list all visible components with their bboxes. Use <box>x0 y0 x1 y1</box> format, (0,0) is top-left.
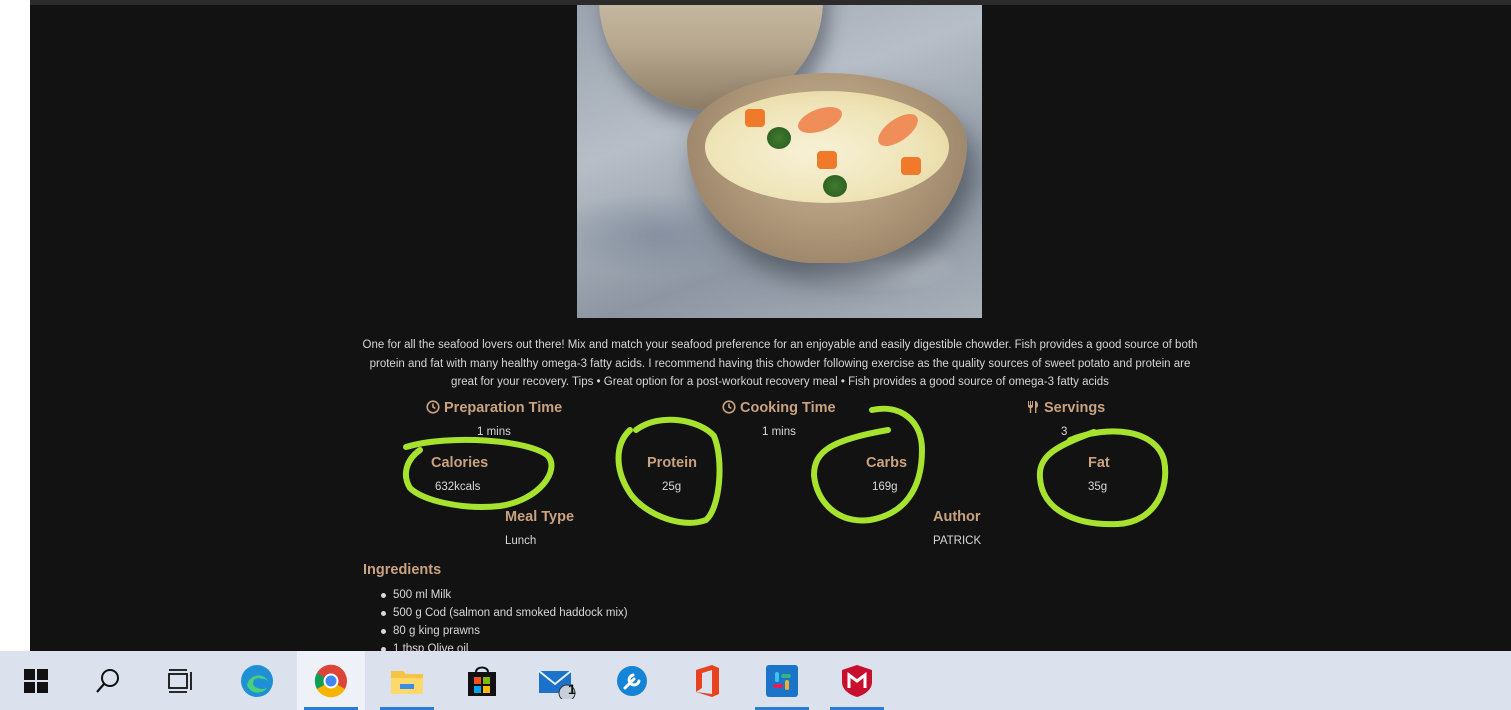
edge-icon[interactable] <box>223 651 291 710</box>
servings-value: 3 <box>1061 426 1068 438</box>
utensils-icon <box>1028 401 1038 413</box>
prep-time-label: Preparation Time <box>426 400 562 416</box>
cook-time-value: 1 mins <box>762 426 796 438</box>
left-window-edge <box>0 0 31 651</box>
mcafee-icon[interactable] <box>823 651 891 710</box>
search-icon[interactable] <box>74 651 142 710</box>
windows-start-icon[interactable] <box>2 651 70 710</box>
support-tool-icon[interactable] <box>598 651 666 710</box>
author-value: PATRICK <box>933 535 982 547</box>
carbs-value: 169g <box>872 481 898 493</box>
meal-type-value: Lunch <box>505 535 537 547</box>
recipe-photo <box>577 5 982 318</box>
file-explorer-icon[interactable] <box>373 651 441 710</box>
carbs-label: Carbs <box>866 455 908 471</box>
author-label: Author <box>933 509 981 525</box>
calories-annotation-circle <box>402 436 555 510</box>
mail-icon[interactable]: 1 <box>523 651 591 710</box>
clock-icon <box>426 400 440 414</box>
fat-value: 35g <box>1088 481 1108 493</box>
task-view-icon[interactable] <box>146 651 214 710</box>
ingredients-list: 500 ml Milk 500 g Cod (salmon and smoked… <box>381 587 628 651</box>
prep-time-value: 1 mins <box>477 426 511 438</box>
microsoft-store-icon[interactable] <box>448 651 516 710</box>
list-item: 500 g Cod (salmon and smoked haddock mix… <box>381 605 628 623</box>
protein-label: Protein <box>647 455 697 471</box>
protein-annotation-circle <box>615 416 723 526</box>
front-bowl <box>687 73 967 263</box>
list-item: 80 g king prawns <box>381 623 628 641</box>
clock-icon <box>722 400 736 414</box>
windows-taskbar: 1 <box>0 651 1511 710</box>
servings-label: Servings <box>1026 400 1105 416</box>
calories-label: Calories <box>431 455 489 471</box>
mail-badge: 1 <box>568 681 576 697</box>
cook-time-label: Cooking Time <box>722 400 836 416</box>
recipe-description: One for all the seafood lovers out there… <box>362 339 1198 388</box>
meal-type-label: Meal Type <box>505 509 575 525</box>
list-item: 1 tbsp Olive oil <box>381 641 628 651</box>
fat-label: Fat <box>1088 455 1110 471</box>
recipe-page: One for all the seafood lovers out there… <box>30 0 1511 651</box>
fat-annotation-circle <box>1036 428 1169 528</box>
list-item: 500 ml Milk <box>381 587 628 605</box>
office-icon[interactable] <box>673 651 741 710</box>
slack-icon[interactable] <box>748 651 816 710</box>
chrome-icon[interactable] <box>297 651 365 710</box>
ingredients-heading: Ingredients <box>363 562 442 578</box>
calories-value: 632kcals <box>435 481 481 493</box>
protein-value: 25g <box>662 481 682 493</box>
